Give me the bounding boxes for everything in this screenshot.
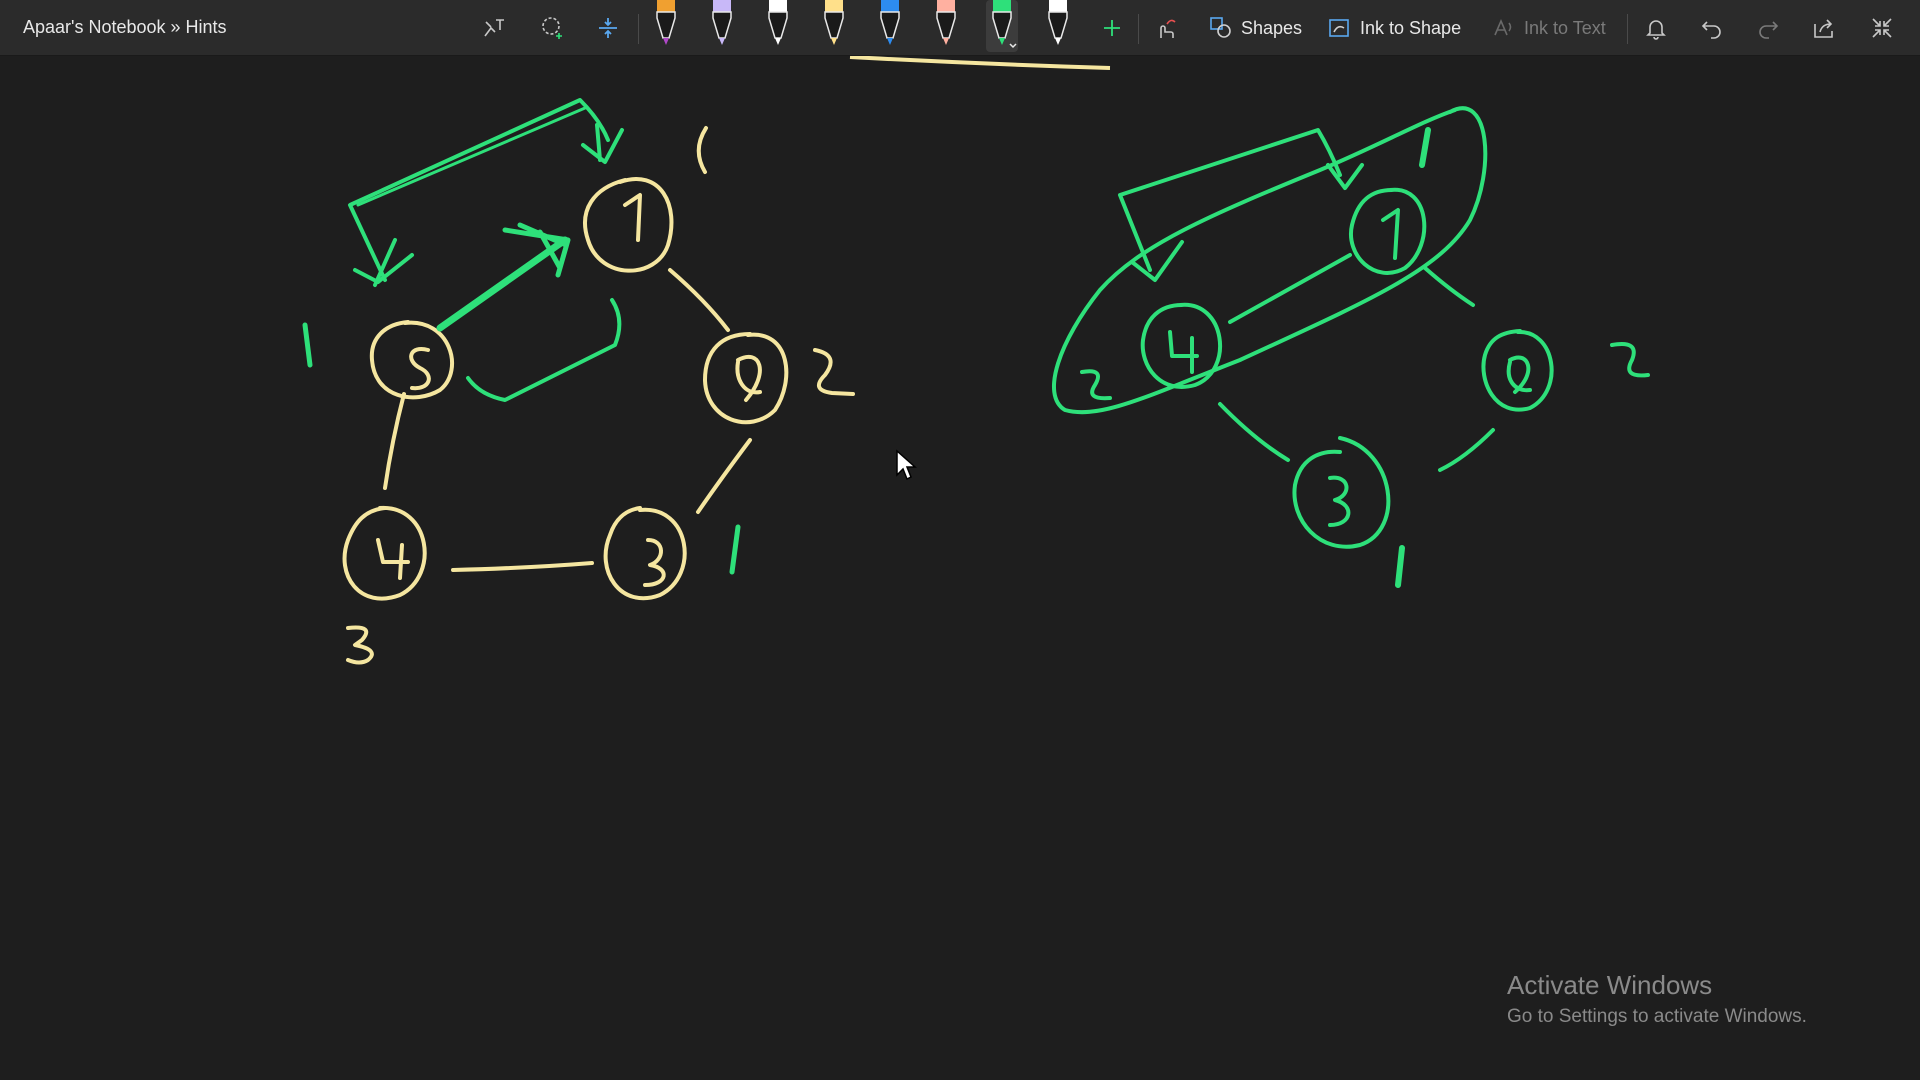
ink-to-text-icon: [1494, 18, 1512, 36]
pen-icon: [824, 0, 844, 45]
pen-4[interactable]: [818, 0, 850, 52]
toolbar-separator: [1627, 14, 1628, 44]
touch-draw-icon[interactable]: [1147, 10, 1183, 46]
ink-to-shape-label: Ink to Shape: [1360, 17, 1462, 38]
pen-icon: [656, 0, 676, 45]
scc-outline: [1051, 106, 1488, 415]
pen-7[interactable]: [986, 0, 1018, 52]
back-edge: [466, 298, 622, 402]
graph-edge-4-3: [451, 561, 594, 572]
annotation-2-bottom: [346, 625, 374, 665]
shapes-button[interactable]: Shapes: [1208, 12, 1302, 44]
lasso-select-icon[interactable]: [535, 10, 571, 46]
breadcrumb[interactable]: Apaar's Notebook » Hints: [23, 17, 227, 38]
graph-node-1: [583, 177, 674, 273]
left-graph: [302, 98, 855, 665]
annotation-1-green: [729, 524, 741, 575]
annotation-2: [1610, 342, 1650, 378]
activation-watermark-subtitle: Go to Settings to activate Windows.: [1507, 1006, 1807, 1027]
pen-3[interactable]: [762, 0, 794, 52]
graph-node-4: [342, 505, 427, 601]
annotation-2: [1080, 369, 1112, 401]
shapes-icon: [1210, 17, 1231, 38]
graph-node-1: [1348, 187, 1427, 275]
insert-space-icon[interactable]: [590, 10, 626, 46]
graph-node-2: [703, 332, 789, 425]
graph-edge-5-4: [383, 392, 406, 490]
mouse-cursor-icon: [896, 449, 917, 481]
graph-edge-4-1: [1228, 253, 1352, 324]
ink-to-text-label: Ink to Text: [1524, 17, 1606, 38]
pen-1[interactable]: [650, 0, 682, 52]
dfs-path: [356, 106, 587, 207]
graph-edge-4-3: [1218, 402, 1290, 462]
ink-to-text-button[interactable]: Ink to Text: [1491, 12, 1606, 44]
annotation-paren: [696, 126, 708, 174]
ink-stroke: [849, 56, 1111, 70]
ink-to-shape-icon: [1329, 19, 1349, 37]
graph-edge-1-2: [1423, 266, 1475, 307]
lasso-select-icon[interactable]: [477, 10, 513, 46]
ink-to-shape-button[interactable]: Ink to Shape: [1327, 12, 1461, 44]
graph-node-4: [1140, 302, 1222, 389]
right-graph: [1051, 106, 1650, 588]
annotation-1-green: [302, 322, 313, 368]
pen-icon: [768, 0, 788, 45]
arrow-head: [1326, 163, 1364, 190]
onenote-toolbar: Apaar's Notebook » Hints Shapes Ink to S…: [0, 0, 1920, 56]
plus-icon[interactable]: [1094, 10, 1130, 46]
graph-node-5: [369, 320, 455, 400]
shapes-label: Shapes: [1241, 17, 1303, 38]
arrow-5-to-1: [436, 236, 569, 332]
graph-node-3: [603, 506, 687, 601]
pen-2[interactable]: [706, 0, 738, 52]
pen-icon: [936, 0, 956, 45]
toolbar-separator: [638, 14, 639, 44]
arrow-head: [353, 238, 414, 287]
graph-node-3: [1292, 436, 1391, 549]
toolbar-separator: [1138, 14, 1139, 44]
graph-edge-2-3: [1438, 428, 1495, 472]
graph-edge-1-2: [668, 268, 730, 332]
pen-icon: [712, 0, 732, 45]
pen-6[interactable]: [930, 0, 962, 52]
activation-watermark-title: Activate Windows: [1507, 970, 1713, 1000]
graph-edge-2-3: [696, 438, 752, 514]
ink-canvas[interactable]: [0, 56, 1920, 1080]
bell-icon[interactable]: [1638, 10, 1674, 46]
pen-icon: [992, 0, 1017, 49]
share-icon[interactable]: [1806, 10, 1842, 46]
annotation-1: [1419, 127, 1431, 168]
pen-icon: [1048, 0, 1068, 45]
graph-node-2: [1481, 329, 1554, 412]
redo-icon[interactable]: [1750, 10, 1786, 46]
annotation-2: [813, 348, 855, 396]
pen-icon: [880, 0, 900, 45]
pen-5[interactable]: [874, 0, 906, 52]
annotation-1: [1395, 545, 1405, 588]
arrow-head: [502, 222, 571, 278]
collapse-icon[interactable]: [1864, 10, 1900, 46]
undo-icon[interactable]: [1694, 10, 1730, 46]
pen-8[interactable]: [1042, 0, 1074, 52]
